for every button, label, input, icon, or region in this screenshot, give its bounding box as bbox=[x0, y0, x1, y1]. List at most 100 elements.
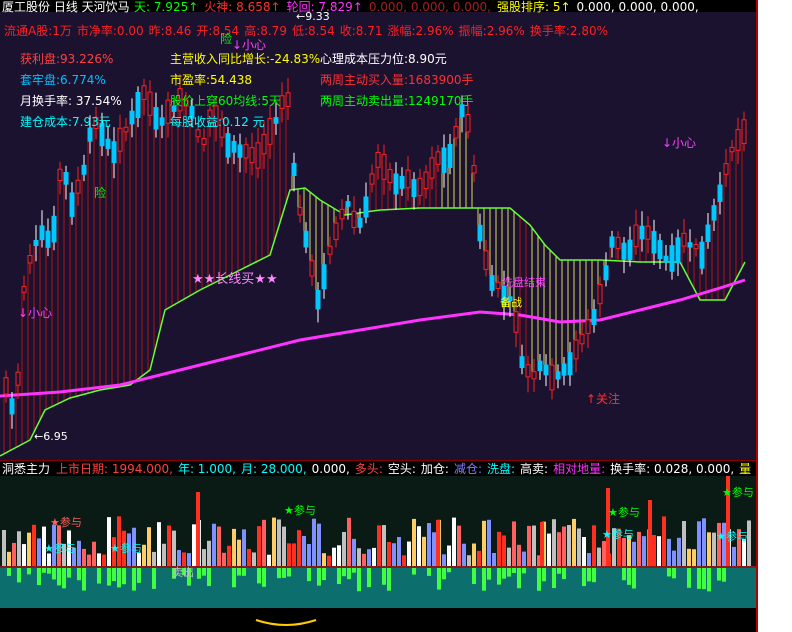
volume-bar bbox=[522, 551, 526, 566]
volume-bar bbox=[637, 531, 641, 566]
candle-body bbox=[369, 173, 375, 185]
candle-body bbox=[297, 207, 303, 216]
candle-body bbox=[267, 118, 273, 145]
candle-body bbox=[321, 264, 327, 290]
candle-body bbox=[453, 125, 459, 139]
candle-body bbox=[597, 283, 603, 305]
sell-bar bbox=[337, 568, 341, 585]
candle-body bbox=[729, 146, 735, 153]
volume-bar bbox=[152, 551, 156, 566]
candle-body bbox=[75, 179, 81, 194]
volume-bar bbox=[362, 553, 366, 566]
candle-body bbox=[291, 162, 297, 176]
candle-body bbox=[135, 91, 141, 119]
candle-body bbox=[147, 91, 153, 116]
join-label-3: ★参与 bbox=[110, 542, 142, 555]
candle-body bbox=[375, 151, 381, 168]
volume-bar bbox=[387, 541, 391, 566]
caution-signal-left: ↓小心 bbox=[18, 306, 53, 320]
candle-body bbox=[231, 140, 237, 153]
info-line: 建仓成本:7.93元 bbox=[20, 115, 111, 129]
volume-bar bbox=[247, 548, 251, 566]
sell-bar bbox=[7, 568, 11, 576]
sell-bar bbox=[672, 568, 676, 579]
sell-bar bbox=[562, 568, 566, 580]
candle-body bbox=[423, 171, 429, 190]
volume-bar bbox=[182, 552, 186, 566]
lower-indicator: 多头: bbox=[354, 462, 383, 476]
info-line: 市盈率:54.438 bbox=[170, 73, 253, 87]
join-label-5: ★参与 bbox=[608, 506, 640, 519]
volume-bar bbox=[462, 543, 466, 566]
candle-body bbox=[537, 360, 543, 372]
volume-bar bbox=[272, 517, 276, 566]
candle-body bbox=[639, 225, 645, 240]
volume-bar bbox=[277, 519, 281, 566]
candle-body bbox=[399, 175, 405, 189]
volume-bar bbox=[642, 536, 646, 566]
candle-body bbox=[315, 289, 321, 310]
volume-bar bbox=[602, 541, 606, 566]
sell-bar bbox=[717, 568, 721, 581]
candle-body bbox=[735, 129, 741, 151]
sell-bar bbox=[427, 568, 431, 576]
volume-bar bbox=[562, 526, 566, 566]
volume-bar bbox=[367, 549, 371, 566]
candle-body bbox=[741, 119, 747, 144]
candle-body bbox=[87, 127, 93, 142]
candle-body bbox=[465, 113, 471, 133]
lower-panel-indicators: 上市日期: 1994.000, 年: 1.000, 月: 28.000, 0.000,… bbox=[56, 462, 756, 476]
sell-bar bbox=[592, 568, 596, 583]
join-label-4: ★参与 bbox=[284, 504, 316, 517]
sell-bar bbox=[352, 568, 356, 573]
volume-bar bbox=[77, 540, 81, 566]
volume-bar bbox=[87, 554, 91, 566]
volume-bar bbox=[332, 547, 336, 566]
sell-bar bbox=[62, 568, 66, 589]
stat-item: 流通A股:1万 bbox=[4, 24, 72, 38]
sell-bar bbox=[552, 568, 556, 589]
volume-spike bbox=[648, 500, 652, 566]
volume-bar bbox=[302, 535, 306, 566]
volume-bar bbox=[12, 542, 16, 566]
sell-bar bbox=[57, 568, 61, 586]
panel-separator bbox=[0, 460, 756, 461]
sell-bar bbox=[42, 568, 46, 573]
prepare-signal: 备战 bbox=[500, 296, 522, 309]
candle-body bbox=[561, 363, 567, 376]
stat-item: 市净率:0.00 bbox=[76, 24, 144, 38]
sell-bar bbox=[262, 568, 266, 587]
volume-bar bbox=[32, 524, 36, 566]
sell-bar bbox=[322, 568, 326, 581]
volume-bar bbox=[687, 548, 691, 566]
candle-body bbox=[711, 205, 717, 221]
candle-body bbox=[699, 241, 705, 269]
candle-body bbox=[333, 222, 339, 241]
sell-bar bbox=[502, 568, 506, 579]
volume-bar bbox=[222, 552, 226, 566]
lower-indicator: 上市日期: 1994.000, bbox=[56, 462, 173, 476]
candle-body bbox=[117, 127, 123, 152]
lower-indicator: 相对地量: bbox=[553, 462, 606, 476]
candle-body bbox=[609, 236, 615, 248]
volume-bar bbox=[732, 546, 736, 566]
candle-body bbox=[723, 163, 729, 175]
join-label-1: ★参与 bbox=[50, 516, 82, 529]
sell-bar bbox=[722, 568, 726, 582]
volume-bar bbox=[287, 543, 291, 566]
header-indicator: 火神: 8.658↑ bbox=[204, 0, 281, 14]
volume-bar bbox=[232, 528, 236, 566]
candle-body bbox=[519, 356, 525, 369]
volume-bar bbox=[202, 549, 206, 566]
info-line: 两周主动买入量:1683900手 bbox=[320, 73, 474, 87]
volume-bar bbox=[487, 519, 491, 566]
sell-bar bbox=[667, 568, 671, 577]
candle-body bbox=[57, 168, 63, 182]
sell-bar bbox=[307, 568, 311, 582]
candle-body bbox=[309, 260, 315, 277]
volume-bar bbox=[577, 528, 581, 566]
sell-bar bbox=[412, 568, 416, 575]
sell-bar bbox=[537, 568, 541, 591]
window-title: 厦工股份 日线 天河饮马 bbox=[2, 0, 130, 14]
wash-end-signal: 洗盘结束 bbox=[502, 276, 546, 289]
